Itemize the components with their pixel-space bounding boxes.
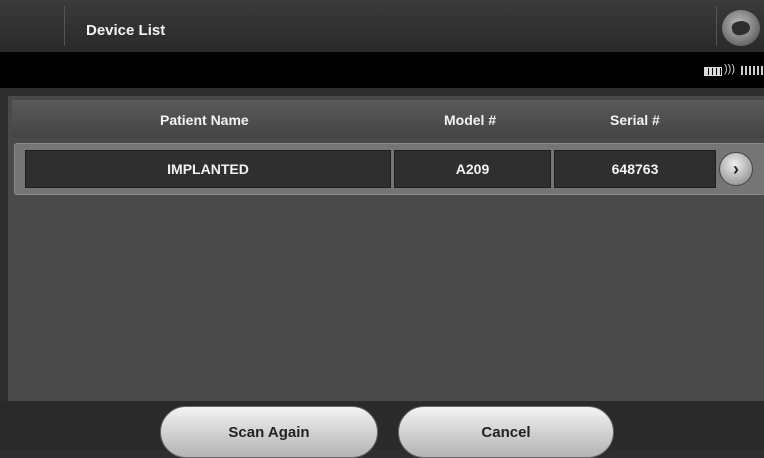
wifi-icon: ))) <box>724 63 735 75</box>
page-title: Device List <box>86 22 166 39</box>
title-separator-right <box>716 6 717 46</box>
patient-name-cell[interactable]: IMPLANTED <box>25 150 391 188</box>
scan-again-button[interactable]: Scan Again <box>160 406 378 458</box>
model-cell[interactable]: A209 <box>394 150 551 188</box>
bottom-bar <box>0 401 764 450</box>
title-bar: Device List <box>0 0 764 52</box>
signal-icon <box>741 66 764 75</box>
column-header-model: Model # <box>444 112 497 128</box>
battery-icon <box>704 67 722 76</box>
device-list-panel <box>8 96 764 401</box>
cancel-button[interactable]: Cancel <box>398 406 614 458</box>
table-header: Patient Name Model # Serial # <box>12 100 764 138</box>
status-bar <box>0 52 764 88</box>
title-separator-left <box>64 6 65 46</box>
chevron-right-icon[interactable]: › <box>719 152 753 186</box>
column-header-patient-name: Patient Name <box>160 112 249 128</box>
serial-cell[interactable]: 648763 <box>554 150 716 188</box>
column-header-serial: Serial # <box>610 112 660 128</box>
device-logo-icon[interactable] <box>722 10 760 46</box>
